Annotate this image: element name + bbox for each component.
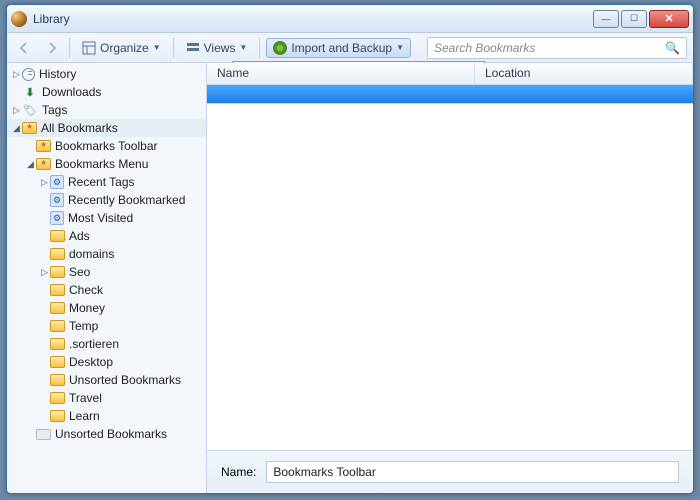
- organize-label: Organize: [100, 41, 149, 55]
- tree-ads[interactable]: Ads: [7, 227, 206, 245]
- tree-bookmarks-menu[interactable]: ◢Bookmarks Menu: [7, 155, 206, 173]
- bookmarks-icon: [36, 158, 51, 170]
- folder-icon: [50, 266, 65, 278]
- separator: [173, 38, 174, 58]
- import-backup-label: Import and Backup: [291, 41, 392, 55]
- tree-seo[interactable]: ▷Seo: [7, 263, 206, 281]
- dropdown-icon: ▼: [396, 43, 404, 52]
- tree-tags[interactable]: ▷🏷Tags: [7, 101, 206, 119]
- separator: [259, 38, 260, 58]
- tree-travel[interactable]: Travel: [7, 389, 206, 407]
- history-icon: [22, 68, 35, 81]
- window-controls: — ☐ ✕: [593, 10, 689, 28]
- organize-button[interactable]: Organize ▼: [76, 38, 167, 58]
- content-area: ▷History ⬇Downloads ▷🏷Tags ◢All Bookmark…: [7, 63, 693, 493]
- tree-unsorted-bm-inner[interactable]: Unsorted Bookmarks: [7, 371, 206, 389]
- tag-icon: 🏷: [22, 102, 38, 118]
- minimize-button[interactable]: —: [593, 10, 619, 28]
- folder-icon: [50, 230, 65, 242]
- organize-icon: [82, 41, 96, 55]
- dropdown-icon: ▼: [153, 43, 161, 52]
- list-area[interactable]: [207, 103, 693, 450]
- bookmarks-icon: [36, 140, 51, 152]
- detail-name-input[interactable]: [266, 461, 679, 483]
- import-backup-button[interactable]: Import and Backup ▼: [266, 38, 411, 58]
- col-name[interactable]: Name: [207, 63, 475, 84]
- download-icon: ⬇: [22, 84, 38, 100]
- dropdown-icon: ▼: [239, 43, 247, 52]
- views-icon: [186, 41, 200, 55]
- tree-domains[interactable]: domains: [7, 245, 206, 263]
- arrow-left-icon: [16, 40, 32, 56]
- search-icon: 🔍: [665, 41, 680, 55]
- folder-icon: [50, 248, 65, 260]
- detail-panel: Name:: [207, 450, 693, 493]
- toolbar: Organize ▼ Views ▼ Import and Backup ▼ S…: [7, 33, 693, 63]
- tree-learn[interactable]: Learn: [7, 407, 206, 425]
- folder-icon: [50, 410, 65, 422]
- tree-desktop[interactable]: Desktop: [7, 353, 206, 371]
- column-headers[interactable]: Name Location: [207, 63, 693, 85]
- tree-temp[interactable]: Temp: [7, 317, 206, 335]
- folder-icon: [50, 374, 65, 386]
- maximize-button[interactable]: ☐: [621, 10, 647, 28]
- col-location[interactable]: Location: [475, 63, 693, 84]
- views-button[interactable]: Views ▼: [180, 38, 254, 58]
- library-window: Library — ☐ ✕ Organize ▼ Views ▼ Import: [6, 4, 694, 494]
- list-selected-row[interactable]: [207, 85, 693, 103]
- close-button[interactable]: ✕: [649, 10, 689, 28]
- folder-icon: [50, 356, 65, 368]
- folder-icon: [50, 320, 65, 332]
- tree-recent-tags[interactable]: ▷⚙Recent Tags: [7, 173, 206, 191]
- smart-folder-icon: ⚙: [50, 193, 64, 207]
- tree-sortieren[interactable]: .sortieren: [7, 335, 206, 353]
- separator: [69, 38, 70, 58]
- import-backup-icon: [273, 41, 287, 55]
- detail-name-label: Name:: [221, 465, 256, 479]
- folder-icon: [50, 392, 65, 404]
- window-title: Library: [33, 12, 593, 26]
- tree-most-visited[interactable]: ⚙Most Visited: [7, 209, 206, 227]
- folder-icon: [50, 284, 65, 296]
- tree-bookmarks-toolbar[interactable]: Bookmarks Toolbar: [7, 137, 206, 155]
- search-placeholder: Search Bookmarks: [434, 41, 535, 55]
- unsorted-icon: [36, 429, 51, 440]
- tree-downloads[interactable]: ⬇Downloads: [7, 83, 206, 101]
- tree-unsorted-bookmarks[interactable]: Unsorted Bookmarks: [7, 425, 206, 443]
- views-label: Views: [204, 41, 236, 55]
- app-icon: [11, 11, 27, 27]
- tree-history[interactable]: ▷History: [7, 65, 206, 83]
- forward-button[interactable]: [41, 37, 63, 59]
- tree-money[interactable]: Money: [7, 299, 206, 317]
- back-button[interactable]: [13, 37, 35, 59]
- tree-all-bookmarks[interactable]: ◢All Bookmarks: [7, 119, 206, 137]
- tree-recently-bookmarked[interactable]: ⚙Recently Bookmarked: [7, 191, 206, 209]
- folder-icon: [50, 338, 65, 350]
- smart-folder-icon: ⚙: [50, 211, 64, 225]
- titlebar[interactable]: Library — ☐ ✕: [7, 5, 693, 33]
- search-input[interactable]: Search Bookmarks 🔍: [427, 37, 687, 59]
- bookmarks-icon: [22, 122, 37, 134]
- arrow-right-icon: [44, 40, 60, 56]
- tree-check[interactable]: Check: [7, 281, 206, 299]
- main-panel: Name Location Name:: [207, 63, 693, 493]
- smart-folder-icon: ⚙: [50, 175, 64, 189]
- folder-icon: [50, 302, 65, 314]
- sidebar[interactable]: ▷History ⬇Downloads ▷🏷Tags ◢All Bookmark…: [7, 63, 207, 493]
